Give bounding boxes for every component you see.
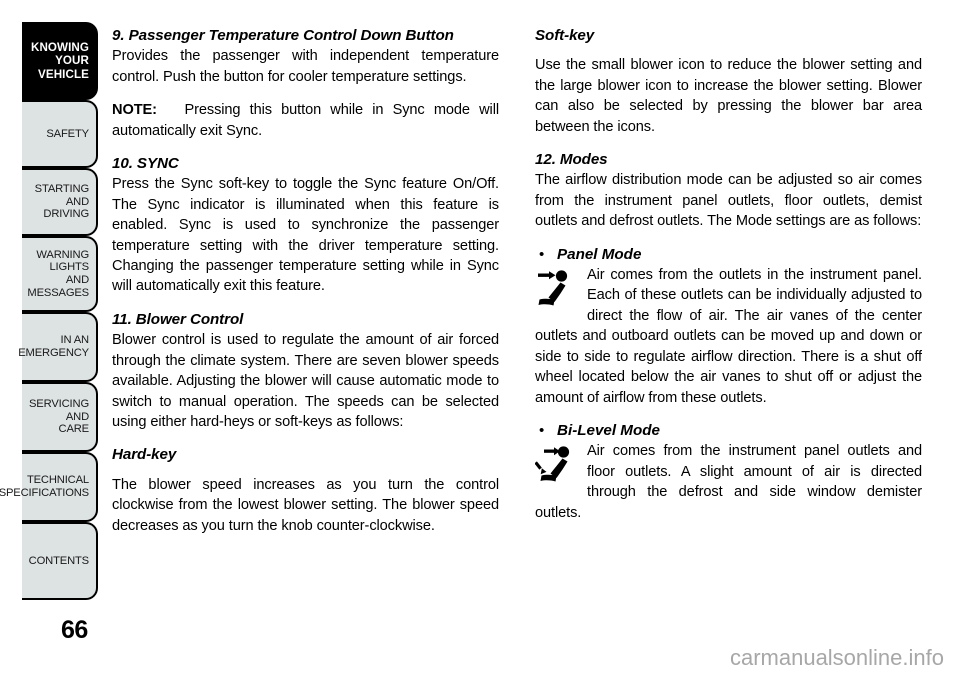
section-heading-9: 9. Passenger Temperature Control Down Bu…	[112, 27, 454, 44]
bi-level-mode-block: Air comes from the instrument panel outl…	[535, 441, 922, 523]
bi-level-mode-body: Air comes from the instrument panel outl…	[535, 443, 922, 521]
sidebar-tab-label: STARTING AND DRIVING	[34, 183, 89, 221]
sidebar-tab-label: SERVICING AND CARE	[29, 398, 89, 436]
page-content: 9. Passenger Temperature Control Down Bu…	[112, 26, 922, 536]
panel-mode-body: Air comes from the outlets in the instru…	[535, 267, 922, 406]
sidebar-tab-technical-specifications[interactable]: TECHNICAL SPECIFICATIONS	[0, 452, 98, 522]
section-body-10: Press the Sync soft-key to toggle the Sy…	[112, 176, 499, 295]
section-body-9: Provides the passenger with independent …	[112, 48, 499, 85]
sidebar-tab-contents[interactable]: CONTENTS	[22, 522, 98, 600]
bi-level-mode-airflow-icon	[535, 443, 587, 485]
note-body: Pressing this button while in Sync mode …	[112, 102, 499, 139]
section-body-11: Blower control is used to regulate the a…	[112, 332, 499, 430]
list-item-bi-level-mode: • Bi-Level Mode	[535, 421, 922, 441]
section-heading-10: 10. SYNC	[112, 155, 179, 173]
page-number: 66	[61, 616, 88, 644]
sidebar-tab-warning-lights-and-messages[interactable]: WARNING LIGHTS AND MESSAGES	[22, 236, 98, 312]
note-paragraph: NOTE: Pressing this button while in Sync…	[112, 100, 499, 141]
hard-key-body: The blower speed increases as you turn t…	[112, 476, 499, 534]
sidebar-tab-label: TECHNICAL SPECIFICATIONS	[0, 474, 89, 499]
bullet-icon: •	[539, 421, 545, 439]
panel-mode-block: Air comes from the outlets in the instru…	[535, 265, 922, 408]
bi-level-mode-label: Bi-Level Mode	[557, 421, 660, 439]
panel-mode-airflow-icon	[535, 267, 587, 309]
sidebar-tab-knowing-your-vehicle[interactable]: KNOWING YOUR VEHICLE	[22, 22, 98, 100]
sidebar-tab-label: WARNING LIGHTS AND MESSAGES	[27, 248, 89, 299]
left-column: 9. Passenger Temperature Control Down Bu…	[112, 26, 499, 536]
sidebar-tab-label: KNOWING YOUR VEHICLE	[30, 40, 89, 81]
right-column: Soft-key Use the small blower icon to re…	[535, 26, 922, 536]
soft-key-body: Use the small blower icon to reduce the …	[535, 57, 922, 135]
sidebar-tab-starting-and-driving[interactable]: STARTING AND DRIVING	[22, 168, 98, 236]
panel-mode-label: Panel Mode	[557, 245, 642, 263]
subheading-hard-key: Hard-key	[112, 446, 177, 464]
note-label: NOTE:	[112, 102, 157, 119]
section-heading-12: 12. Modes	[535, 151, 608, 169]
sidebar-tab-safety[interactable]: SAFETY	[22, 100, 98, 168]
sidebar-tab-servicing-and-care[interactable]: SERVICING AND CARE	[22, 382, 98, 452]
sidebar-tab-label: CONTENTS	[28, 554, 89, 567]
list-item-panel-mode: • Panel Mode	[535, 245, 922, 265]
sidebar-tab-strip: KNOWING YOUR VEHICLE SAFETY STARTING AND…	[0, 22, 98, 600]
subheading-soft-key: Soft-key	[535, 27, 595, 44]
bullet-icon: •	[539, 245, 545, 263]
site-watermark: carmanualsonline.info	[729, 645, 944, 670]
section-body-12: The airflow distribution mode can be adj…	[535, 172, 922, 230]
section-heading-11: 11. Blower Control	[112, 310, 244, 328]
sidebar-tab-label: SAFETY	[46, 127, 89, 140]
sidebar-tab-label: IN AN EMERGENCY	[18, 334, 89, 359]
sidebar-tab-in-an-emergency[interactable]: IN AN EMERGENCY	[18, 312, 98, 382]
